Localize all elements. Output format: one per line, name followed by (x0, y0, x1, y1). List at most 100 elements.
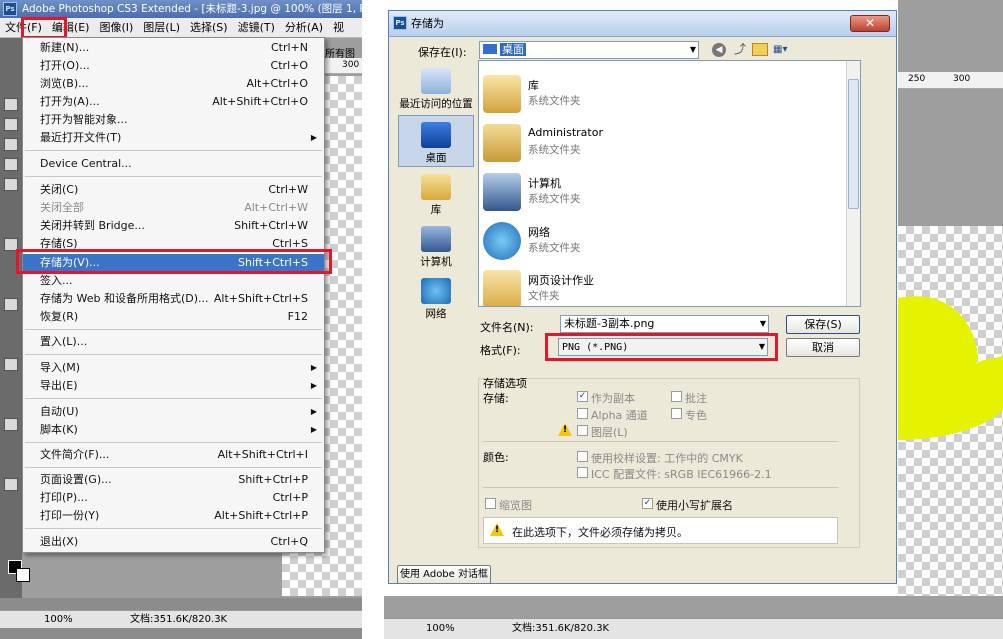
menu-item-place[interactable]: 置入(L)... (23, 333, 324, 351)
menu-item-page-setup[interactable]: 页面设置(G)... Shift+Ctrl+P (23, 471, 324, 489)
lasso-tool-icon[interactable] (4, 138, 18, 151)
menu-separator (25, 398, 322, 399)
spot-label: 专色 (685, 409, 707, 422)
zoom-level[interactable]: 100% (44, 611, 73, 628)
menu-view[interactable]: 视 (328, 18, 349, 38)
menu-separator (25, 150, 322, 151)
close-button[interactable]: ✕ (850, 15, 890, 32)
save-in-label: 保存在(I): (418, 46, 467, 59)
file-menu-dropdown: 新建(N)... Ctrl+N 打开(O)... Ctrl+O 浏览(B)... Al… (22, 37, 325, 553)
menu-item-new[interactable]: 新建(N)... Ctrl+N (23, 39, 324, 57)
thumbnail-label: 缩览图 (499, 499, 532, 512)
cancel-button[interactable]: 取消 (786, 338, 860, 357)
thumbnail-checkbox[interactable] (485, 498, 496, 509)
menu-item-automate[interactable]: 自动(U) ▶ (23, 403, 324, 421)
stamp-tool-icon[interactable] (4, 298, 18, 311)
filename-input[interactable]: 未标题-3副本.png ▼ (560, 315, 769, 333)
menu-item-close-to-bridge[interactable]: 关闭并转到 Bridge... Shift+Ctrl+W (23, 217, 324, 235)
close-icon: ✕ (864, 16, 876, 30)
menu-item-import[interactable]: 导入(M) ▶ (23, 359, 324, 377)
doc-size: 文档:351.6K/820.3K (130, 614, 228, 625)
menu-item-device-central[interactable]: Device Central... (23, 155, 324, 173)
menu-item-print-one-copy[interactable]: 打印一份(Y) Alt+Shift+Ctrl+P (23, 507, 324, 525)
menu-item-browse[interactable]: 浏览(B)... Alt+Ctrl+O (23, 75, 324, 93)
save-button[interactable]: 保存(S) (786, 315, 860, 334)
move-tool-icon[interactable] (4, 98, 18, 111)
lowercase-ext-checkbox[interactable]: ✓ (642, 498, 653, 509)
place-computer[interactable]: 计算机 (398, 226, 474, 269)
hand-tool-icon[interactable] (4, 478, 18, 491)
computer-icon (483, 173, 521, 211)
view-menu-icon[interactable]: ▦▾ (773, 43, 795, 57)
ruler-top-right: 250 300 (898, 72, 1003, 89)
marquee-tool-icon[interactable] (4, 118, 18, 131)
menu-item-open-smart-object[interactable]: 打开为智能对象... (23, 111, 324, 129)
list-item[interactable]: 网络 系统文件夹 (483, 218, 783, 264)
menu-select[interactable]: 选择(S) (185, 18, 233, 38)
zoom-level[interactable]: 100% (426, 619, 455, 639)
back-icon[interactable]: ◀ (712, 43, 726, 57)
folder-icon (483, 270, 521, 306)
place-recent[interactable]: 最近访问的位置 (398, 68, 474, 111)
menu-layer[interactable]: 图层(L) (138, 18, 185, 38)
list-item[interactable]: Administrator 系统文件夹 (483, 120, 783, 166)
ruler-mark: 300 (953, 74, 971, 84)
menu-filter[interactable]: 滤镜(T) (233, 18, 280, 38)
chevron-down-icon: ▼ (759, 319, 766, 328)
up-folder-icon[interactable]: ⤴ (733, 42, 747, 57)
menu-analysis[interactable]: 分析(A) (280, 18, 328, 38)
place-desktop[interactable]: 桌面 (398, 115, 474, 167)
menu-item-export[interactable]: 导出(E) ▶ (23, 377, 324, 395)
status-bar-right: 100% 文档:351.6K/820.3K (384, 618, 1003, 639)
menu-item-recent-files[interactable]: 最近打开文件(T) ▶ (23, 129, 324, 147)
divider (483, 487, 838, 488)
list-item[interactable]: 库系统文件夹 (483, 71, 783, 117)
menu-item-print[interactable]: 打印(P)... Ctrl+P (23, 489, 324, 507)
yellow-shape (898, 296, 1003, 440)
list-item[interactable]: 计算机 系统文件夹 (483, 169, 783, 215)
use-proof-checkbox[interactable] (577, 451, 588, 462)
menu-item-save-for-web[interactable]: 存储为 Web 和设备所用格式(D)... Alt+Shift+Ctrl+S (23, 290, 324, 308)
menu-item-open-as[interactable]: 打开为(A)... Alt+Shift+Ctrl+O (23, 93, 324, 111)
save-as-highlight-box (16, 249, 332, 274)
user-folder-icon (483, 124, 521, 162)
menu-item-close-all: 关闭全部 Alt+Ctrl+W (40, 201, 308, 214)
menu-item-open[interactable]: 打开(O)... Ctrl+O (23, 57, 324, 75)
submenu-arrow-icon: ▶ (310, 425, 317, 434)
scrollbar-thumb[interactable] (848, 79, 859, 209)
crop-tool-icon[interactable] (4, 158, 18, 171)
new-folder-icon[interactable] (752, 43, 768, 56)
status-bar-left: 100% 文档:351.6K/820.3K (0, 610, 362, 628)
type-tool-icon[interactable] (4, 418, 18, 431)
background-color-swatch[interactable] (16, 568, 30, 582)
menu-item-revert[interactable]: 恢复(R) F12 (23, 308, 324, 326)
warning-icon: ! (558, 423, 572, 436)
notes-checkbox[interactable] (671, 391, 682, 402)
alpha-checkbox[interactable] (577, 408, 588, 419)
as-copy-label: 作为副本 (591, 392, 635, 405)
menu-image[interactable]: 图像(I) (94, 18, 138, 38)
as-copy-checkbox[interactable]: ✓ (577, 391, 588, 402)
file-list-scrollbar[interactable] (846, 61, 860, 306)
slice-tool-icon[interactable] (4, 178, 18, 191)
use-adobe-dialog-button[interactable]: 使用 Adobe 对话框 (397, 565, 491, 584)
layers-checkbox[interactable] (577, 425, 588, 436)
tool-panel (0, 38, 30, 598)
save-in-dropdown[interactable]: 桌面 ▼ (479, 41, 699, 59)
menu-item-close[interactable]: 关闭(C) Ctrl+W (23, 181, 324, 199)
icc-checkbox[interactable] (577, 467, 588, 478)
submenu-arrow-icon: ▶ (310, 363, 317, 372)
menu-item-exit[interactable]: 退出(X) Ctrl+Q (23, 533, 324, 551)
place-library[interactable]: 库 (398, 174, 474, 217)
format-label: 格式(F): (480, 344, 521, 357)
menu-item-file-info[interactable]: 文件简介(F)... Alt+Shift+Ctrl+I (23, 446, 324, 464)
use-proof-label: 使用校样设置: 工作中的 CMYK (591, 452, 743, 465)
spot-checkbox[interactable] (671, 408, 682, 419)
list-item[interactable]: 网页设计作业 文件夹 (483, 266, 783, 306)
eraser-tool-icon[interactable] (4, 358, 18, 371)
menu-item-check-in[interactable]: 签入... (23, 272, 324, 290)
place-network[interactable]: 网络 (398, 278, 474, 321)
computer-icon (421, 226, 451, 252)
menu-item-scripts[interactable]: 脚本(K) ▶ (23, 421, 324, 439)
menu-separator (25, 528, 322, 529)
